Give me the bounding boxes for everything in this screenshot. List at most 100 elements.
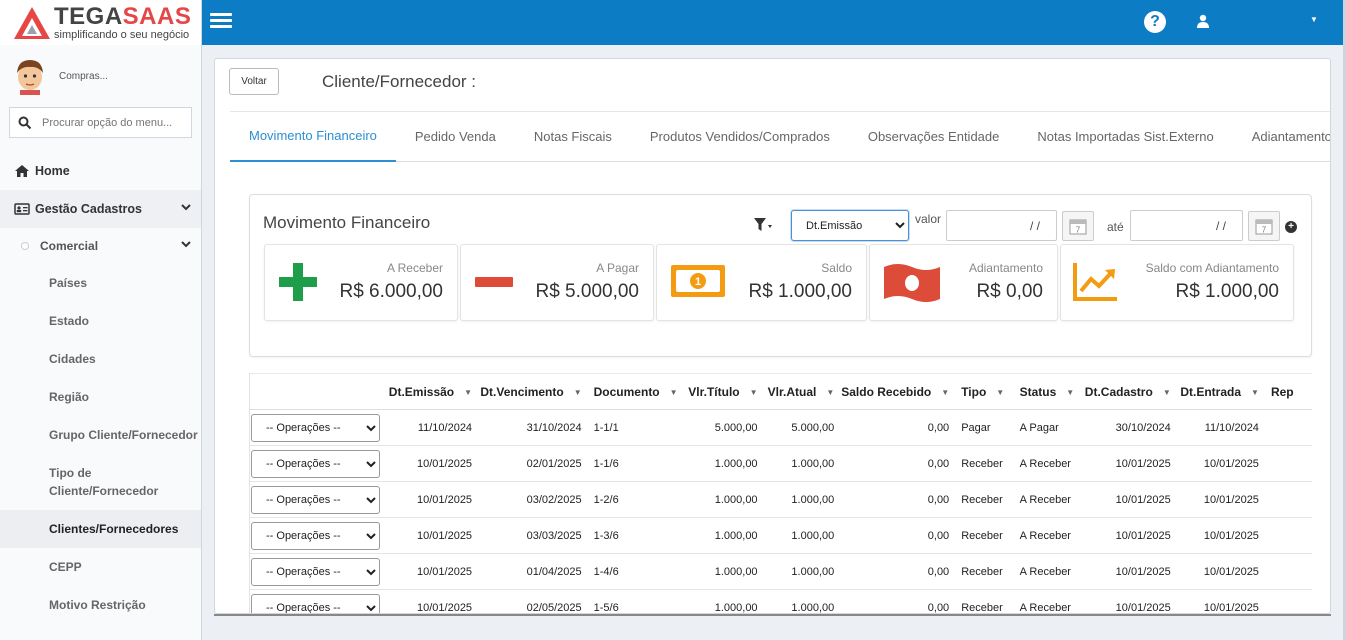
- sidebar-item-estado[interactable]: Estado: [0, 302, 201, 340]
- user-menu-caret-icon[interactable]: ▼: [1310, 15, 1318, 24]
- sidebar-item-motivo-restricao[interactable]: Motivo Restrição: [0, 586, 201, 624]
- table-row[interactable]: -- Operações -- 11/10/2024 31/10/2024 1-1/1…: [250, 409, 1312, 446]
- tab-notas-importadas[interactable]: Notas Importadas Sist.Externo: [1018, 112, 1232, 162]
- column-header[interactable]: Vlr.Atual ▼: [763, 373, 841, 410]
- table-cell: 1.000,00: [683, 553, 764, 590]
- operations-select[interactable]: -- Operações --: [251, 557, 380, 586]
- date-from-input[interactable]: [946, 210, 1057, 241]
- menu-toggle-icon[interactable]: [210, 13, 232, 31]
- calendar-icon: 7: [1255, 219, 1273, 235]
- table-cell: 31/10/2024: [478, 409, 588, 446]
- sidebar-item-label: Home: [35, 164, 70, 178]
- home-icon: [15, 165, 29, 177]
- sidebar-item-tipo-cliente[interactable]: Tipo de Cliente/Fornecedor: [0, 454, 170, 510]
- table-row[interactable]: -- Operações -- 10/01/2025 01/04/2025 1-4/6…: [250, 553, 1312, 590]
- table-cell: 10/01/2025: [1176, 445, 1265, 482]
- column-header-ops: [250, 373, 386, 410]
- date-to-input[interactable]: [1130, 210, 1243, 241]
- card-value: R$ 5.000,00: [535, 281, 639, 302]
- sidebar-subgroup-comercial[interactable]: Comercial: [0, 228, 201, 264]
- column-header[interactable]: Tipo ▼: [955, 373, 1014, 410]
- tab-observacoes[interactable]: Observações Entidade: [849, 112, 1019, 162]
- user-icon[interactable]: [1196, 14, 1210, 28]
- logo-triangle-icon: [14, 6, 50, 39]
- table-cell: 10/01/2025: [1081, 553, 1177, 590]
- column-header[interactable]: Documento ▼: [587, 373, 684, 410]
- sort-caret-icon: ▼: [669, 387, 678, 397]
- sidebar-item-paises[interactable]: Países: [0, 264, 201, 302]
- sidebar-item-cidades[interactable]: Cidades: [0, 340, 201, 378]
- brand-logo[interactable]: TEGASAAS simplificando o seu negócio: [0, 0, 201, 45]
- card-a-pagar: A Pagar R$ 5.000,00: [460, 244, 654, 321]
- sort-caret-icon: ▼: [1251, 387, 1259, 397]
- sidebar-item-gestao-cadastros[interactable]: Gestão Cadastros: [0, 190, 201, 228]
- column-header[interactable]: Dt.Cadastro ▼: [1081, 373, 1177, 410]
- chevron-down-icon: [181, 204, 191, 211]
- table-cell: 1.000,00: [683, 517, 764, 554]
- horizontal-scrollbar[interactable]: [214, 614, 1331, 616]
- tab-pedido-venda[interactable]: Pedido Venda: [396, 112, 515, 162]
- table-row[interactable]: -- Operações -- 10/01/2025 02/05/2025 1-5/6…: [250, 589, 1312, 613]
- menu-search[interactable]: [9, 107, 192, 138]
- sidebar-item-grupo-cliente[interactable]: Grupo Cliente/Fornecedor: [0, 416, 201, 454]
- financial-table: Dt.Emissão ▼ Dt.Vencimento ▼ Documento ▼ Vl…: [250, 373, 1312, 613]
- table-cell: 30/10/2024: [1081, 409, 1177, 446]
- table-row[interactable]: -- Operações -- 10/01/2025 03/02/2025 1-2/6…: [250, 481, 1312, 518]
- ate-label: até: [1107, 220, 1124, 234]
- financial-table-container[interactable]: Dt.Emissão ▼ Dt.Vencimento ▼ Documento ▼ Vl…: [249, 373, 1312, 613]
- table-cell: Receber: [955, 517, 1014, 554]
- table-cell: A Receber: [1013, 517, 1082, 554]
- svg-text:1: 1: [695, 276, 701, 288]
- column-header[interactable]: Vlr.Título ▼: [683, 373, 764, 410]
- column-header[interactable]: Rep: [1264, 373, 1312, 410]
- column-header[interactable]: Status ▼: [1013, 373, 1082, 410]
- table-cell: 5.000,00: [763, 409, 841, 446]
- add-filter-icon[interactable]: +: [1285, 221, 1297, 233]
- tab-produtos[interactable]: Produtos Vendidos/Comprados: [631, 112, 849, 162]
- table-cell: 1.000,00: [683, 589, 764, 613]
- brand-tagline: simplificando o seu negócio: [54, 28, 190, 41]
- sidebar-item-cepp[interactable]: CEPP: [0, 548, 201, 586]
- filter-icon[interactable]: [753, 217, 773, 233]
- table-cell: A Receber: [1013, 481, 1082, 518]
- table-cell: 1-2/6: [587, 481, 684, 518]
- column-header[interactable]: Saldo Recebido ▼: [840, 373, 956, 410]
- sidebar-item-regiao[interactable]: Região: [0, 378, 201, 416]
- table-row[interactable]: -- Operações -- 10/01/2025 03/03/2025 1-3/6…: [250, 517, 1312, 554]
- operations-select[interactable]: -- Operações --: [251, 413, 380, 442]
- column-header[interactable]: Dt.Entrada ▼: [1176, 373, 1265, 410]
- table-cell: [1264, 481, 1312, 518]
- table-row[interactable]: -- Operações -- 10/01/2025 02/01/2025 1-1/6…: [250, 445, 1312, 482]
- tab-notas-fiscais[interactable]: Notas Fiscais: [515, 112, 631, 162]
- card-adiantamento: Adiantamento R$ 0,00: [869, 244, 1058, 321]
- table-cell: [1264, 409, 1312, 446]
- help-icon[interactable]: ?: [1144, 11, 1166, 33]
- svg-text:7: 7: [1076, 226, 1081, 235]
- tab-movimento-financeiro[interactable]: Movimento Financeiro: [230, 112, 396, 162]
- date-type-select[interactable]: Dt.Emissão: [791, 210, 909, 241]
- column-header[interactable]: Dt.Vencimento ▼: [478, 373, 588, 410]
- tab-bar: Movimento Financeiro Pedido Venda Notas …: [230, 111, 1330, 162]
- calendar-to-button[interactable]: 7: [1248, 211, 1280, 241]
- table-cell: 1.000,00: [763, 553, 841, 590]
- table-cell: 0,00: [840, 589, 956, 613]
- column-header[interactable]: Dt.Emissão ▼: [386, 373, 479, 410]
- operations-select[interactable]: -- Operações --: [251, 449, 380, 478]
- calendar-from-button[interactable]: 7: [1062, 211, 1094, 241]
- table-cell: 01/04/2025: [478, 553, 588, 590]
- search-input[interactable]: [42, 116, 182, 129]
- sort-caret-icon: ▼: [826, 387, 835, 397]
- table-cell: 03/02/2025: [478, 481, 588, 518]
- back-button[interactable]: Voltar: [229, 68, 279, 95]
- movimento-panel: Movimento Financeiro Dt.Emissão valor 7 …: [249, 194, 1312, 357]
- money-bill-wave-icon: [884, 264, 940, 302]
- card-a-receber: A Receber R$ 6.000,00: [264, 244, 458, 321]
- sidebar-item-home[interactable]: Home: [0, 152, 201, 190]
- operations-select[interactable]: -- Operações --: [251, 521, 380, 550]
- brand-name: TEGASAAS: [54, 2, 192, 30]
- tab-adiantamento[interactable]: Adiantamento: [1233, 112, 1330, 162]
- operations-select[interactable]: -- Operações --: [251, 485, 380, 514]
- table-cell: 0,00: [840, 481, 956, 518]
- operations-select[interactable]: -- Operações --: [251, 593, 380, 613]
- sidebar-item-clientes-fornecedores[interactable]: Clientes/Fornecedores: [0, 510, 201, 548]
